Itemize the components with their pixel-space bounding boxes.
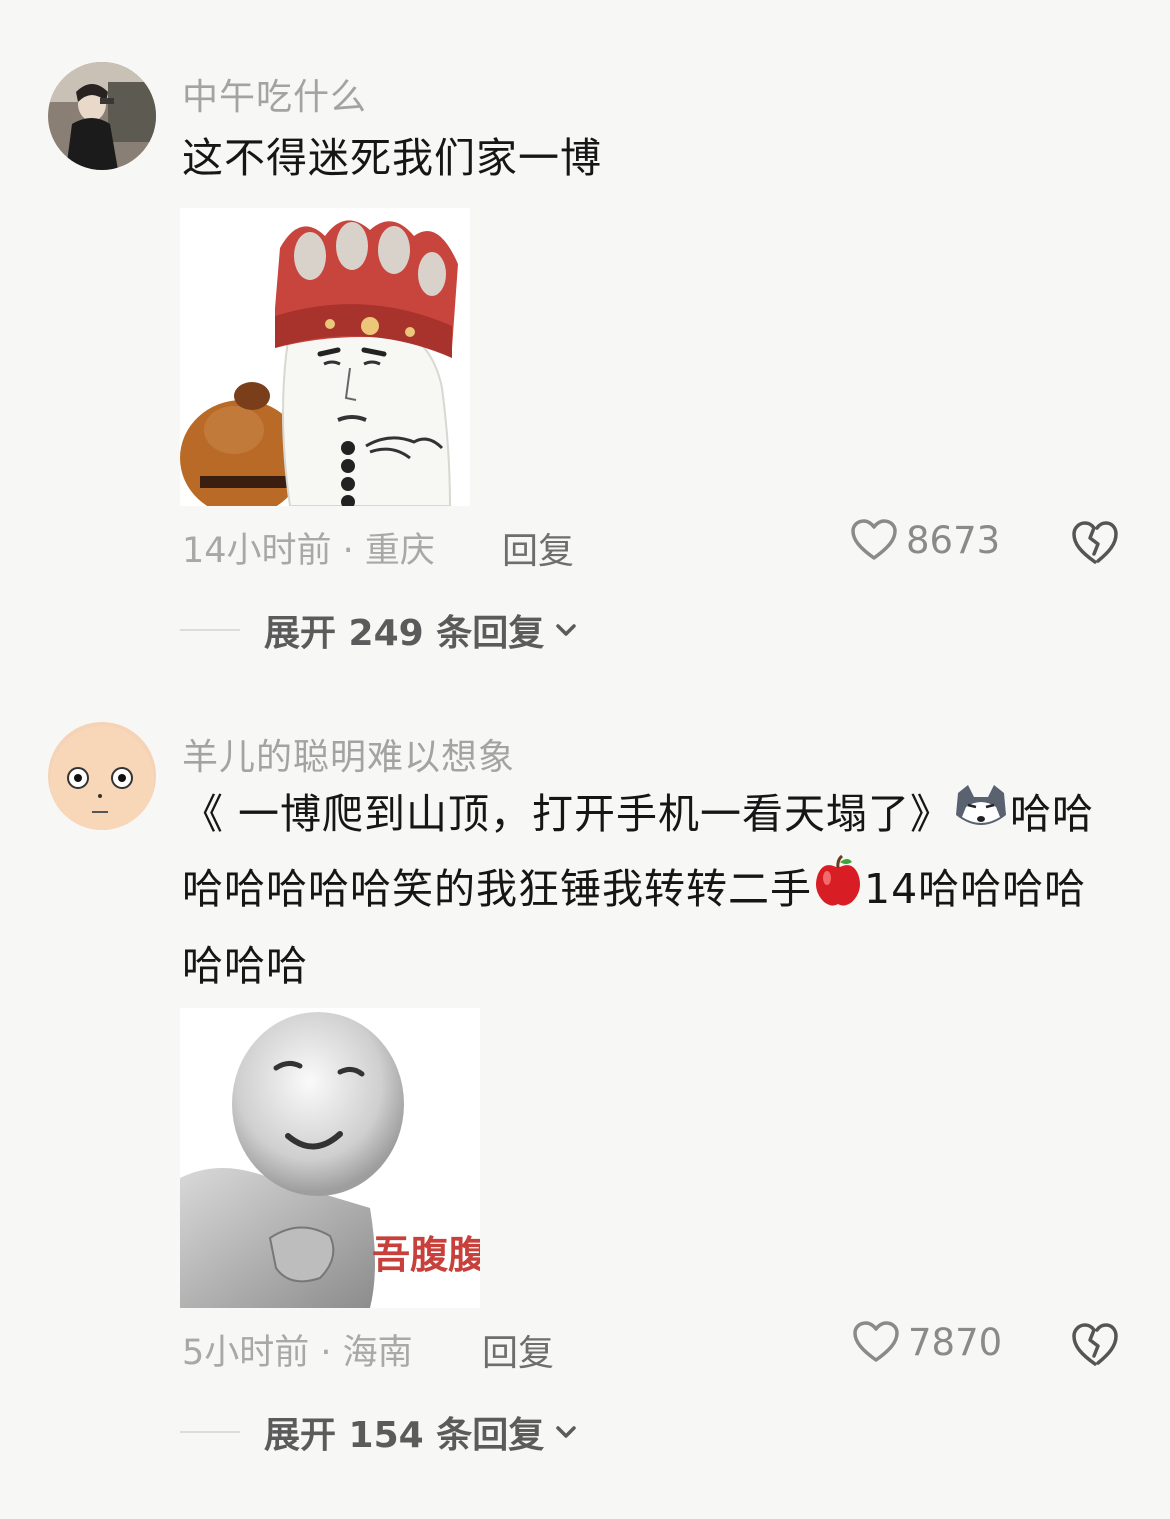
dislike-button[interactable] bbox=[1070, 518, 1120, 568]
comment-text: 《 一博爬到山顶，打开手机一看天塌了》 哈哈哈哈哈哈哈笑的我狂锤我转转二手 14… bbox=[182, 778, 1102, 1002]
red-apple-emoji-icon bbox=[812, 854, 864, 930]
chevron-down-icon bbox=[556, 1426, 576, 1438]
comment-text: 这不得迷死我们家一博 bbox=[182, 134, 602, 182]
expand-replies-label: 展开 154 条回复 bbox=[264, 1415, 545, 1456]
divider-line bbox=[180, 629, 240, 631]
reply-button[interactable]: 回复 bbox=[482, 1324, 554, 1376]
dislike-button[interactable] bbox=[1070, 1320, 1120, 1370]
wolf-emoji-icon bbox=[952, 781, 1010, 853]
username[interactable]: 羊儿的聪明难以想象 bbox=[182, 728, 515, 780]
heart-icon bbox=[851, 519, 897, 560]
like-button[interactable]: 7870 bbox=[852, 1320, 1002, 1364]
broken-heart-icon bbox=[1072, 521, 1118, 564]
laughing-white-figure-sticker-icon[interactable]: 吾腹腹 bbox=[180, 1008, 480, 1308]
sticker-caption: 吾腹腹 bbox=[372, 1233, 480, 1277]
expand-replies-label: 展开 249 条回复 bbox=[264, 613, 545, 654]
comment-text-part: 《 一博爬到山顶，打开手机一看天塌了》 bbox=[182, 790, 953, 838]
reply-button[interactable]: 回复 bbox=[502, 522, 574, 574]
expand-replies[interactable]: 展开 249 条回复 bbox=[180, 604, 580, 656]
like-count: 7870 bbox=[908, 1320, 1003, 1364]
heart-icon bbox=[853, 1321, 899, 1362]
tang-monk-meme-sticker-icon[interactable] bbox=[180, 208, 470, 506]
like-count: 8673 bbox=[906, 518, 1001, 562]
broken-heart-icon bbox=[1072, 1323, 1118, 1366]
user-avatar[interactable] bbox=[48, 62, 156, 170]
username[interactable]: 中午吃什么 bbox=[182, 68, 367, 120]
like-button[interactable]: 8673 bbox=[850, 518, 1000, 562]
time-location: 14小时前 · 重庆 bbox=[182, 531, 435, 571]
user-avatar[interactable] bbox=[48, 722, 156, 830]
time-location: 5小时前 · 海南 bbox=[182, 1333, 413, 1373]
divider-line bbox=[180, 1431, 240, 1433]
chevron-down-icon bbox=[556, 624, 576, 636]
bald-cartoon-avatar-icon bbox=[48, 722, 156, 830]
expand-replies[interactable]: 展开 154 条回复 bbox=[180, 1406, 580, 1458]
user-photo-avatar-icon bbox=[48, 62, 156, 170]
